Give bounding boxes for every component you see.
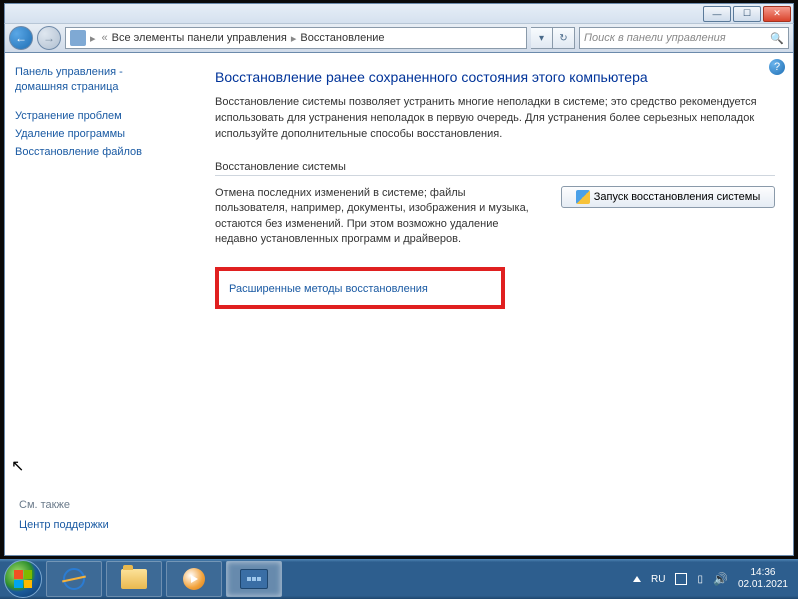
taskbar-item-ie[interactable] — [46, 561, 102, 597]
maximize-button[interactable]: ☐ — [733, 6, 761, 22]
sidebar-link-uninstall[interactable]: Удаление программы — [15, 128, 191, 140]
uac-shield-icon — [576, 190, 590, 204]
sidebar: Панель управления -домашняя страница Уст… — [5, 53, 201, 555]
nav-forward-button[interactable]: → — [37, 26, 61, 50]
start-button[interactable] — [4, 560, 42, 598]
minimize-button[interactable]: — — [703, 6, 731, 22]
search-input[interactable]: Поиск в панели управления 🔍 — [579, 27, 789, 49]
breadcrumb-sep-icon: ▸ — [88, 32, 98, 45]
network-tray-icon[interactable]: ▯ — [697, 574, 703, 585]
system-tray: RU ▯ 🔊 14:36 02.01.2021 — [633, 567, 794, 591]
run-system-restore-button[interactable]: Запуск восстановления системы — [561, 186, 775, 208]
taskbar-item-control-panel[interactable] — [226, 561, 282, 597]
see-also-header: См. также — [19, 499, 109, 511]
tray-overflow-button[interactable] — [633, 576, 641, 582]
taskbar-item-media-player[interactable] — [166, 561, 222, 597]
taskbar: RU ▯ 🔊 14:36 02.01.2021 — [0, 559, 798, 599]
tray-clock[interactable]: 14:36 02.01.2021 — [738, 567, 788, 591]
breadcrumb-sep-icon: ▸ — [289, 32, 299, 45]
volume-tray-icon[interactable]: 🔊 — [713, 572, 728, 586]
internet-explorer-icon — [63, 568, 85, 590]
control-panel-home-link[interactable]: Панель управления -домашняя страница — [15, 65, 191, 96]
control-panel-task-icon — [240, 569, 268, 589]
search-placeholder: Поиск в панели управления — [584, 32, 726, 44]
history-dropdown-button[interactable]: ▾ — [531, 27, 553, 49]
language-indicator[interactable]: RU — [651, 574, 665, 585]
refresh-button[interactable]: ↻ — [553, 27, 575, 49]
breadcrumb[interactable]: ▸ « Все элементы панели управления ▸ Вос… — [65, 27, 527, 49]
help-icon[interactable]: ? — [769, 59, 785, 75]
clock-date: 02.01.2021 — [738, 579, 788, 591]
nav-back-button[interactable]: ← — [9, 26, 33, 50]
folder-icon — [121, 569, 147, 589]
advanced-recovery-link[interactable]: Расширенные методы восстановления — [229, 283, 428, 295]
taskbar-item-explorer[interactable] — [106, 561, 162, 597]
breadcrumb-item[interactable]: Все элементы панели управления — [112, 32, 287, 44]
media-player-icon — [183, 568, 205, 590]
windows-logo-icon — [14, 570, 32, 588]
content-pane: ? Восстановление ранее сохраненного сост… — [201, 53, 793, 555]
action-center-tray-icon[interactable] — [675, 573, 687, 585]
restore-description: Отмена последних изменений в системе; фа… — [215, 186, 541, 248]
breadcrumb-sep-icon: « — [100, 32, 110, 44]
breadcrumb-item[interactable]: Восстановление — [300, 32, 384, 44]
sidebar-link-restore-files[interactable]: Восстановление файлов — [15, 146, 191, 158]
window-titlebar: — ☐ ✕ — [4, 3, 794, 23]
address-bar: ← → ▸ « Все элементы панели управления ▸… — [4, 23, 794, 53]
see-also-section: См. также Центр поддержки — [19, 499, 109, 537]
search-icon[interactable]: 🔍 — [770, 32, 784, 45]
clock-time: 14:36 — [738, 567, 788, 579]
section-header: Восстановление системы — [215, 161, 775, 176]
action-center-link[interactable]: Центр поддержки — [19, 519, 109, 531]
control-panel-icon — [70, 30, 86, 46]
close-button[interactable]: ✕ — [763, 6, 791, 22]
sidebar-link-troubleshoot[interactable]: Устранение проблем — [15, 110, 191, 122]
window-body: Панель управления -домашняя страница Уст… — [4, 53, 794, 556]
button-label: Запуск восстановления системы — [594, 191, 761, 203]
page-description: Восстановление системы позволяет устрани… — [215, 95, 775, 143]
page-title: Восстановление ранее сохраненного состоя… — [215, 69, 775, 85]
highlighted-link-box: Расширенные методы восстановления — [215, 267, 505, 309]
